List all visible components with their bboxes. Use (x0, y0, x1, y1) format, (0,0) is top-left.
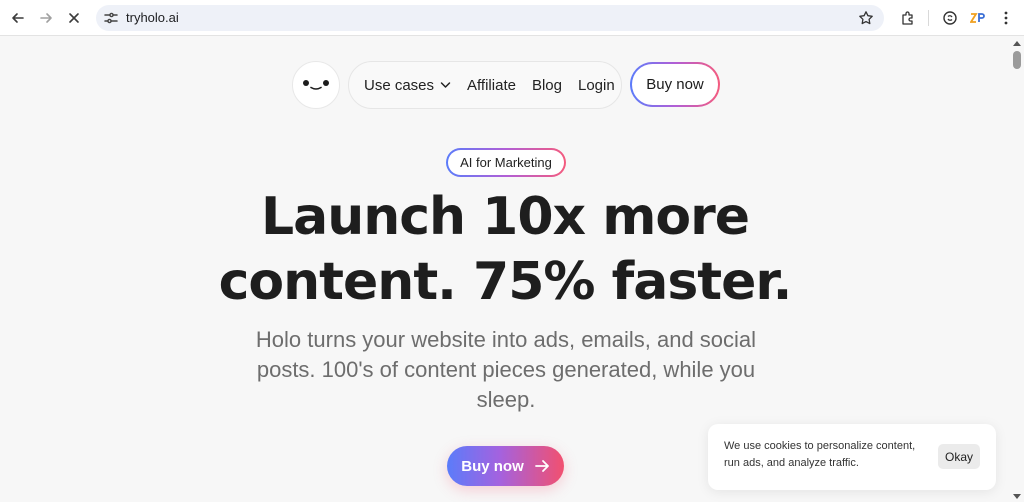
chevron-down-icon (440, 82, 451, 88)
kebab-menu-icon (1004, 11, 1008, 25)
category-badge: AI for Marketing (446, 148, 566, 177)
arrow-right-icon (534, 460, 549, 472)
site-settings-icon[interactable] (103, 10, 119, 26)
browser-menu-button[interactable] (996, 8, 1016, 28)
cookie-okay-button[interactable]: Okay (938, 444, 980, 469)
scroll-up-arrow-icon[interactable] (1013, 41, 1021, 46)
zp-extension-button[interactable] (968, 8, 988, 28)
nav-blog[interactable]: Blog (532, 77, 562, 94)
address-bar[interactable]: tryholo.ai (96, 5, 884, 31)
close-icon (69, 13, 79, 23)
browser-toolbar: tryholo.ai (0, 0, 1024, 36)
puzzle-icon (902, 11, 913, 25)
scrollbar-track[interactable] (1010, 37, 1024, 502)
header-buy-now-label: Buy now (632, 64, 718, 105)
arrow-left-icon (12, 13, 24, 23)
back-button[interactable] (6, 6, 30, 30)
scrollbar-thumb[interactable] (1013, 51, 1021, 69)
nav-login[interactable]: Login (578, 77, 615, 94)
headline-line-1: Launch 10x more (260, 187, 750, 247)
smiley-face-icon (303, 80, 329, 90)
cookie-message: We use cookies to personalize content, r… (724, 440, 916, 469)
hero-subheadline: Holo turns your website into ads, emails… (255, 327, 757, 412)
scroll-down-arrow-icon[interactable] (1013, 494, 1021, 499)
extension-button[interactable] (940, 8, 960, 28)
zp-logo-icon (970, 13, 985, 23)
nav-use-cases[interactable]: Use cases (364, 77, 451, 94)
extensions-button[interactable] (898, 8, 918, 28)
holo-logo[interactable] (292, 61, 340, 109)
nav-use-cases-label: Use cases (364, 76, 435, 94)
toolbar-divider (928, 10, 929, 26)
url-text[interactable]: tryholo.ai (126, 10, 179, 25)
hero-buy-now-label: Buy now (461, 457, 524, 475)
bookmark-star-icon[interactable] (858, 10, 874, 26)
refresh-circle-icon (943, 11, 957, 25)
stop-button[interactable] (62, 6, 86, 30)
hero-buy-now-button[interactable]: Buy now (447, 446, 564, 486)
cookie-banner: We use cookies to personalize content, r… (708, 424, 996, 490)
arrow-right-icon (40, 13, 52, 23)
headline-line-2: content. 75% faster. (218, 252, 793, 312)
forward-button[interactable] (34, 6, 58, 30)
header-buy-now-button[interactable]: Buy now (630, 62, 720, 107)
nav-affiliate[interactable]: Affiliate (467, 77, 516, 94)
category-badge-label: AI for Marketing (448, 150, 564, 175)
main-nav: Use cases Affiliate Blog Login (348, 61, 622, 109)
